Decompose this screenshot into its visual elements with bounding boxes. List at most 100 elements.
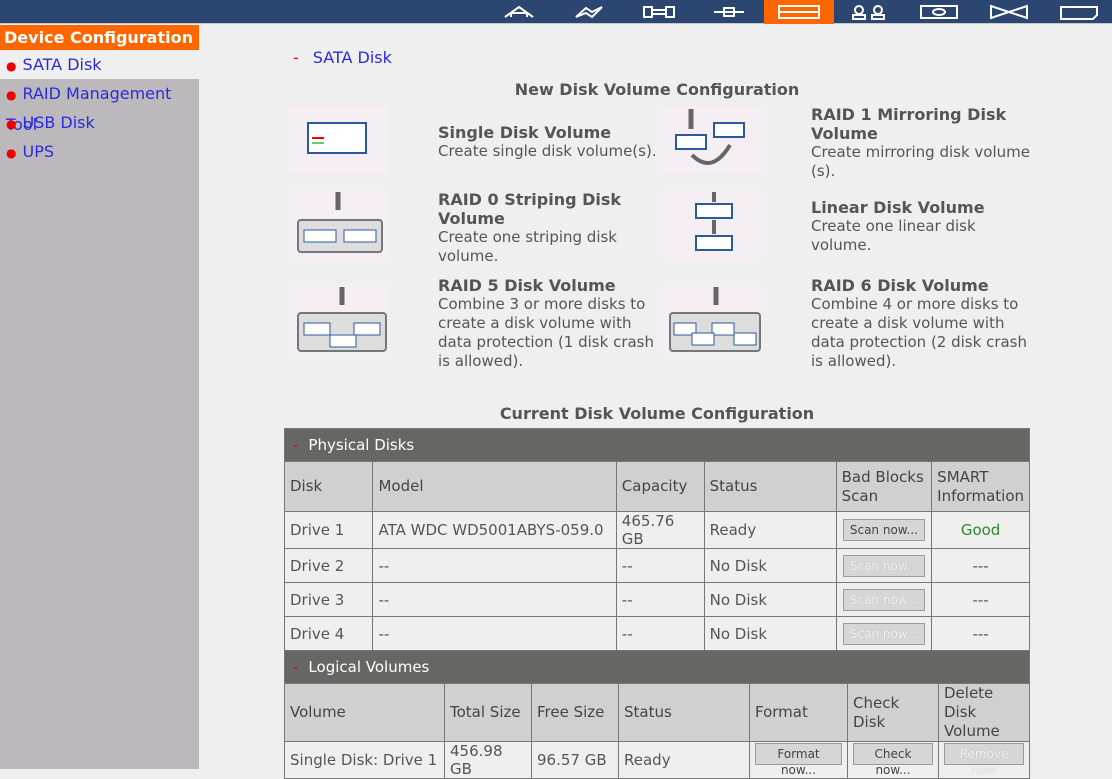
option-desc: Combine 3 or more disks to create a disk… (438, 295, 654, 370)
sidebar-item-ups[interactable]: ● UPS (0, 137, 199, 166)
total-size-cell: 456.98 GB (444, 741, 532, 779)
free-size-cell: 96.57 GB (531, 741, 619, 779)
section-header[interactable]: - SATA Disk (293, 48, 392, 67)
col-disk: Disk (283, 461, 374, 512)
logical-volumes-title: Logical Volumes (308, 658, 430, 676)
option-title: RAID 5 Disk Volume (438, 276, 616, 295)
option-raid0[interactable]: RAID 0 Striping Disk Volume Create one st… (284, 190, 664, 270)
raid5-icon (288, 285, 388, 355)
smart-cell: --- (931, 616, 1030, 651)
raid1-icon (662, 105, 762, 175)
capacity-cell: -- (615, 582, 705, 617)
status-cell: Ready (618, 741, 750, 779)
model-cell: -- (372, 616, 617, 651)
raid0-icon (288, 190, 388, 260)
scan-now-button: Scan now... (842, 588, 925, 611)
table-row: Drive 4 -- -- No Disk Scan now... --- (283, 616, 1030, 651)
physical-disks-table: - Physical Disks Disk Model Capacity Stat… (283, 428, 1030, 651)
model-cell: -- (372, 582, 617, 617)
capacity-cell: 465.76 GB (615, 511, 705, 549)
option-title: RAID 0 Striping Disk Volume (438, 190, 622, 228)
volume-cell: Single Disk: Drive 1 (284, 741, 445, 779)
status-cell: No Disk (703, 548, 837, 583)
remove-now-button: Remove now (944, 742, 1024, 777)
col-volume: Volume (284, 683, 445, 742)
logical-volumes-table: - Logical Volumes Volume Total Size Free … (284, 650, 1030, 779)
single-disk-icon (288, 105, 388, 175)
disk-cell: Drive 3 (283, 582, 374, 617)
sidebar-item-raid-management-tool[interactable]: ● RAID Management Tool (0, 79, 199, 134)
smart-cell: --- (931, 548, 1030, 583)
physical-disks-title: Physical Disks (308, 436, 415, 454)
scan-now-button[interactable]: Scan now... (842, 519, 925, 541)
section-title: SATA Disk (312, 48, 392, 67)
logical-volumes-header-bar[interactable]: - Logical Volumes (284, 650, 1030, 684)
sidebar-item-label: UPS (22, 142, 54, 161)
col-smart: SMART Information (931, 461, 1030, 512)
capacity-cell: -- (615, 548, 705, 583)
scan-now-button: Scan now... (842, 622, 925, 645)
sidebar: Device Configuration ● SATA Disk ● RAID Ma… (0, 25, 199, 769)
home-icon[interactable] (490, 0, 548, 24)
table-row: Single Disk: Drive 1 456.98 GB 96.57 GB Rea… (284, 741, 1030, 779)
col-format: Format (749, 683, 848, 742)
option-linear[interactable]: Linear Disk Volume Create one linear disk… (658, 190, 1038, 270)
system-tools-icon[interactable] (630, 0, 688, 24)
scan-now-button: Scan now... (842, 554, 925, 577)
sidebar-item-sata-disk[interactable]: ● SATA Disk (0, 50, 199, 79)
col-status: Status (703, 461, 837, 512)
network-icon[interactable] (560, 0, 618, 24)
table-row: Drive 3 -- -- No Disk Scan now... --- (283, 582, 1030, 617)
disk-cell: Drive 2 (283, 548, 374, 583)
current-config-title: Current Disk Volume Configuration (499, 404, 815, 423)
status-cell: No Disk (703, 582, 837, 617)
sidebar-item-label: SATA Disk (22, 55, 102, 74)
sidebar-item-usb-disk[interactable]: ● USB Disk (0, 108, 199, 137)
status-icon[interactable] (1050, 0, 1108, 24)
model-cell: -- (372, 548, 617, 583)
model-cell: ATA WDC WD5001ABYS-059.0 (372, 511, 617, 549)
disk-cell: Drive 4 (283, 616, 374, 651)
col-check-disk: Check Disk (847, 683, 939, 742)
sidebar-title: Device Configuration (0, 25, 199, 50)
option-title: RAID 1 Mirroring Disk Volume (811, 105, 1007, 143)
raid6-icon (662, 285, 762, 355)
option-title: Linear Disk Volume (811, 198, 985, 217)
option-title: Single Disk Volume (438, 123, 612, 142)
option-desc: Combine 4 or more disks to create a disk… (811, 295, 1027, 370)
status-cell: Ready (703, 511, 837, 549)
disk-cell: Drive 1 (283, 511, 374, 549)
network-services-icon[interactable] (980, 0, 1038, 24)
format-now-button[interactable]: Format now... (755, 742, 842, 777)
top-nav-bar (0, 0, 1112, 24)
new-config-title: New Disk Volume Configuration (514, 80, 800, 99)
col-status: Status (618, 683, 750, 742)
physical-disks-header-bar[interactable]: - Physical Disks (284, 428, 1030, 462)
check-now-button[interactable]: Check now... (853, 742, 933, 777)
users-icon[interactable] (840, 0, 898, 24)
table-row: Drive 1 ATA WDC WD5001ABYS-059.0 465.76 GB… (283, 511, 1030, 549)
col-delete-volume: Delete Disk Volume (938, 683, 1030, 742)
device-icon[interactable] (700, 0, 758, 24)
option-single-disk[interactable]: Single Disk Volume Create single disk vol… (284, 105, 664, 185)
sidebar-item-label: USB Disk (22, 113, 95, 132)
option-desc: Create one linear disk volume. (811, 217, 976, 254)
option-title: RAID 6 Disk Volume (811, 276, 989, 295)
col-bad-blocks-scan: Bad Blocks Scan (835, 461, 933, 512)
table-row: Drive 2 -- -- No Disk Scan now... --- (283, 548, 1030, 583)
col-capacity: Capacity (615, 461, 705, 512)
option-desc: Create single disk volume(s). (438, 142, 657, 160)
option-raid1[interactable]: RAID 1 Mirroring Disk Volume Create mirro… (658, 105, 1038, 185)
option-desc: Create one striping disk volume. (438, 228, 617, 265)
device-configuration-icon[interactable] (764, 0, 834, 24)
option-raid6[interactable]: RAID 6 Disk Volume Combine 4 or more disk… (658, 276, 1038, 370)
option-raid5[interactable]: RAID 5 Disk Volume Combine 3 or more disk… (284, 276, 664, 370)
smart-link[interactable]: Good (931, 511, 1030, 549)
capacity-cell: -- (615, 616, 705, 651)
col-model: Model (372, 461, 617, 512)
smart-cell: --- (931, 582, 1030, 617)
shares-icon[interactable] (910, 0, 968, 24)
col-free-size: Free Size (531, 683, 619, 742)
option-desc: Create mirroring disk volume (s). (811, 143, 1030, 180)
linear-icon (662, 190, 762, 260)
